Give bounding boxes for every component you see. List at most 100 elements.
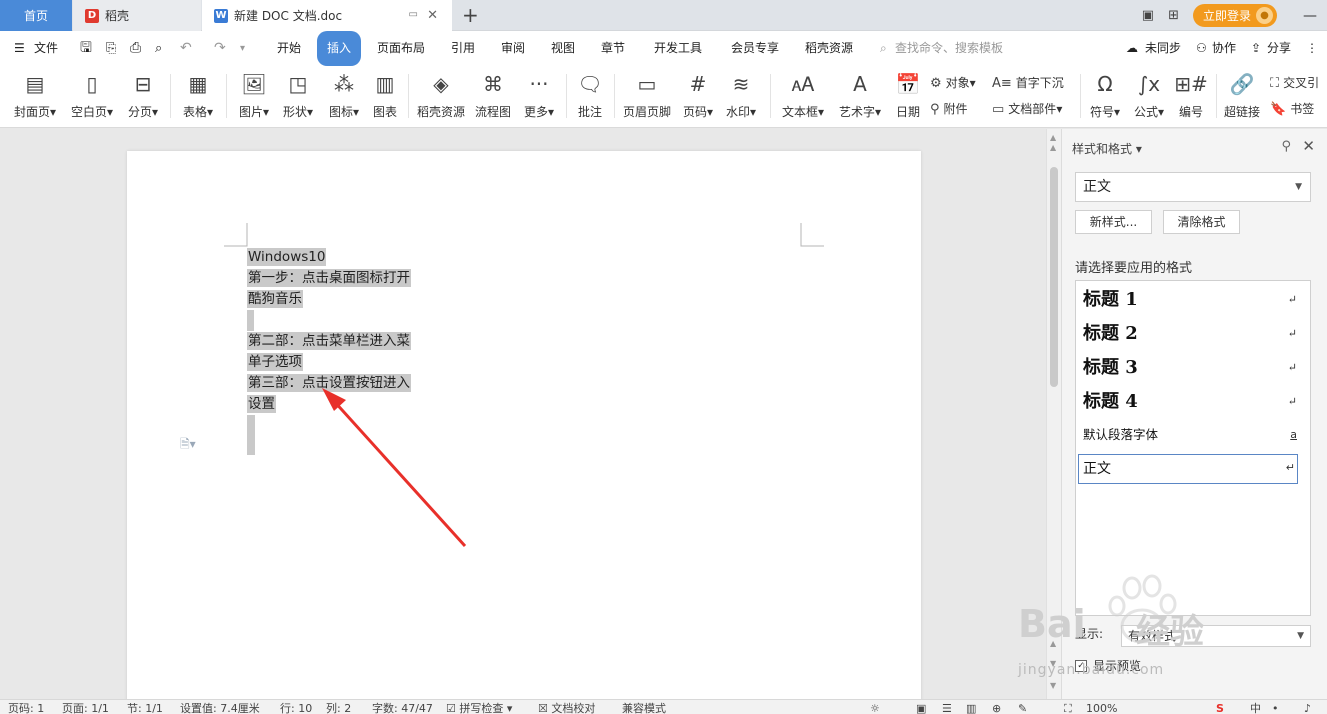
header-footer-button[interactable]: ▭ 页眉页脚: [620, 70, 674, 120]
window-layout-icon[interactable]: ▣: [1142, 8, 1154, 23]
menu-insert[interactable]: 插入: [317, 31, 362, 66]
menu-page-layout[interactable]: 页面布局: [377, 31, 425, 66]
document-canvas[interactable]: Windows10 第一步：点击桌面图标打开 酷狗音乐 第二部：点击菜单栏进入菜…: [0, 129, 1046, 711]
style-default-paragraph-font[interactable]: 默认段落字体 a: [1083, 424, 1299, 446]
mic-icon[interactable]: ♪: [1304, 702, 1311, 714]
print-icon[interactable]: ⎙: [130, 31, 141, 66]
menu-developer[interactable]: 开发工具: [654, 31, 702, 66]
daoke-resources-button[interactable]: ◈ 稻壳资源: [415, 70, 467, 120]
paragraph-layout-icon[interactable]: 🗎▾: [180, 435, 196, 456]
hyperlink-button[interactable]: 🔗 超链接: [1222, 70, 1262, 120]
crossref-button[interactable]: ⛶ 交叉引: [1270, 74, 1319, 91]
status-page[interactable]: 页码: 1: [8, 702, 44, 714]
menu-review[interactable]: 审阅: [501, 31, 525, 66]
status-section[interactable]: 节: 1/1: [127, 702, 163, 714]
undo-icon[interactable]: ↶: [180, 31, 192, 66]
status-pages[interactable]: 页面: 1/1: [62, 702, 109, 714]
dropcap-button[interactable]: A≡ 首字下沉: [992, 74, 1064, 91]
tab-document[interactable]: W 新建 DOC 文档.doc ▭ ✕: [202, 0, 452, 31]
status-row[interactable]: 行: 10: [280, 702, 312, 714]
current-style-select[interactable]: 正文 ▼: [1075, 172, 1311, 202]
zoom-level[interactable]: 100%: [1086, 702, 1117, 714]
menu-view[interactable]: 视图: [551, 31, 575, 66]
style-heading-1[interactable]: 标题 1 ↵: [1083, 286, 1299, 314]
scroll-thumb[interactable]: [1050, 167, 1058, 387]
attachment-button[interactable]: ⚲ 附件: [930, 100, 968, 117]
document-page[interactable]: Windows10 第一步：点击桌面图标打开 酷狗音乐 第二部：点击菜单栏进入菜…: [127, 151, 921, 711]
eye-protect-icon[interactable]: ☼: [870, 702, 880, 714]
sync-status[interactable]: 未同步: [1145, 31, 1181, 66]
write-view-icon[interactable]: ✎: [1018, 702, 1027, 714]
menu-daoke-resources[interactable]: 稻壳资源: [805, 31, 853, 66]
outline-view-icon[interactable]: ☰: [942, 702, 952, 714]
doc-proof-button[interactable]: ☒ 文档校对: [538, 702, 595, 714]
object-button[interactable]: ⚙ 对象▾: [930, 74, 976, 91]
table-button[interactable]: ▦ 表格▾: [178, 70, 218, 120]
page-break-button[interactable]: ⊟ 分页▾: [124, 70, 162, 120]
clear-format-button[interactable]: 清除格式: [1163, 210, 1240, 234]
document-body-text[interactable]: Windows10 第一步：点击桌面图标打开 酷狗音乐 第二部：点击菜单栏进入菜…: [247, 247, 413, 415]
reading-view-icon[interactable]: ▥: [966, 702, 976, 714]
style-heading-2[interactable]: 标题 2 ↵: [1083, 320, 1299, 348]
cover-page-button[interactable]: ▤ 封面页▾: [12, 70, 58, 120]
pin-icon[interactable]: ⚲: [1281, 139, 1291, 154]
scroll-up-icon[interactable]: ▲: [1050, 133, 1056, 142]
doc-parts-button[interactable]: ▭ 文档部件▾: [992, 100, 1062, 117]
more-button[interactable]: ··· 更多▾: [520, 70, 558, 120]
comment-button[interactable]: 🗨 批注: [574, 70, 606, 120]
tab-home[interactable]: 首页: [0, 0, 72, 31]
symbol-button[interactable]: Ω 符号▾: [1086, 70, 1124, 120]
more-dropdown-icon[interactable]: ▾: [240, 31, 245, 66]
menu-start[interactable]: 开始: [277, 31, 301, 66]
ime-mode-icon[interactable]: 中: [1250, 702, 1261, 714]
command-search-input[interactable]: 查找命令、搜索模板: [895, 31, 1003, 66]
page-view-icon[interactable]: ▣: [916, 702, 926, 714]
share-button[interactable]: 分享: [1267, 31, 1291, 66]
apps-grid-icon[interactable]: ⊞: [1168, 8, 1179, 23]
numbering-button[interactable]: ⊞# 编号: [1174, 70, 1208, 120]
menu-section[interactable]: 章节: [601, 31, 625, 66]
screen-icon[interactable]: ▭: [409, 9, 418, 20]
print-preview-icon[interactable]: ⌕: [155, 31, 162, 66]
bookmark-button[interactable]: 🔖 书签: [1270, 100, 1314, 117]
spellcheck-toggle[interactable]: ☑ 拼写检查 ▾: [446, 702, 512, 714]
collab-button[interactable]: 协作: [1212, 31, 1236, 66]
menu-icon[interactable]: ☰: [14, 31, 25, 66]
scroll-up-icon[interactable]: ▲: [1050, 143, 1056, 152]
shape-button[interactable]: ◳ 形状▾: [278, 70, 318, 120]
formula-button[interactable]: ∫x 公式▾: [1130, 70, 1168, 120]
scroll-down-icon[interactable]: ▼: [1050, 681, 1056, 690]
zoom-icon[interactable]: ⛶: [1064, 702, 1072, 714]
close-tab-icon[interactable]: ✕: [427, 8, 438, 23]
save-icon[interactable]: 🖫: [80, 31, 92, 66]
menu-member[interactable]: 会员专享: [731, 31, 779, 66]
style-list[interactable]: 标题 1 ↵ 标题 2 ↵ 标题 3 ↵ 标题 4 ↵ 默认段落字体 a 正文 ↵: [1075, 280, 1311, 616]
tab-daoke[interactable]: D 稻壳: [73, 0, 201, 31]
icon-button[interactable]: ⁂ 图标▾: [324, 70, 364, 120]
menu-references[interactable]: 引用: [451, 31, 475, 66]
redo-icon[interactable]: ↷: [214, 31, 226, 66]
sogou-ime-icon[interactable]: S: [1216, 702, 1224, 714]
ime-punct-icon[interactable]: •: [1272, 702, 1279, 714]
panel-title[interactable]: 样式和格式 ▾: [1072, 140, 1142, 157]
minimize-icon[interactable]: —: [1293, 8, 1327, 24]
more-menu-icon[interactable]: ⋮: [1306, 31, 1318, 66]
status-wordcount[interactable]: 字数: 47/47: [372, 702, 433, 714]
picture-button[interactable]: 🖼 图片▾: [234, 70, 274, 120]
watermark-button[interactable]: ≋ 水印▾: [722, 70, 760, 120]
status-setting[interactable]: 设置值: 7.4厘米: [180, 702, 260, 714]
style-body-text[interactable]: 正文 ↵: [1078, 454, 1298, 484]
style-heading-3[interactable]: 标题 3 ↵: [1083, 354, 1299, 382]
close-icon[interactable]: ✕: [1302, 137, 1315, 155]
textbox-button[interactable]: 🗚 文本框▾: [778, 70, 828, 120]
page-number-button[interactable]: # 页码▾: [680, 70, 716, 120]
blank-page-button[interactable]: ▯ 空白页▾: [68, 70, 116, 120]
wordart-button[interactable]: A 艺术字▾: [834, 70, 886, 120]
chart-button[interactable]: ▥ 图表: [370, 70, 400, 120]
style-heading-4[interactable]: 标题 4 ↵: [1083, 388, 1299, 416]
export-pdf-icon[interactable]: ⎘: [106, 31, 116, 66]
status-col[interactable]: 列: 2: [326, 702, 351, 714]
flowchart-button[interactable]: ⌘ 流程图: [473, 70, 513, 120]
new-tab-button[interactable]: +: [462, 4, 479, 26]
date-button[interactable]: 📅 日期: [892, 70, 924, 120]
